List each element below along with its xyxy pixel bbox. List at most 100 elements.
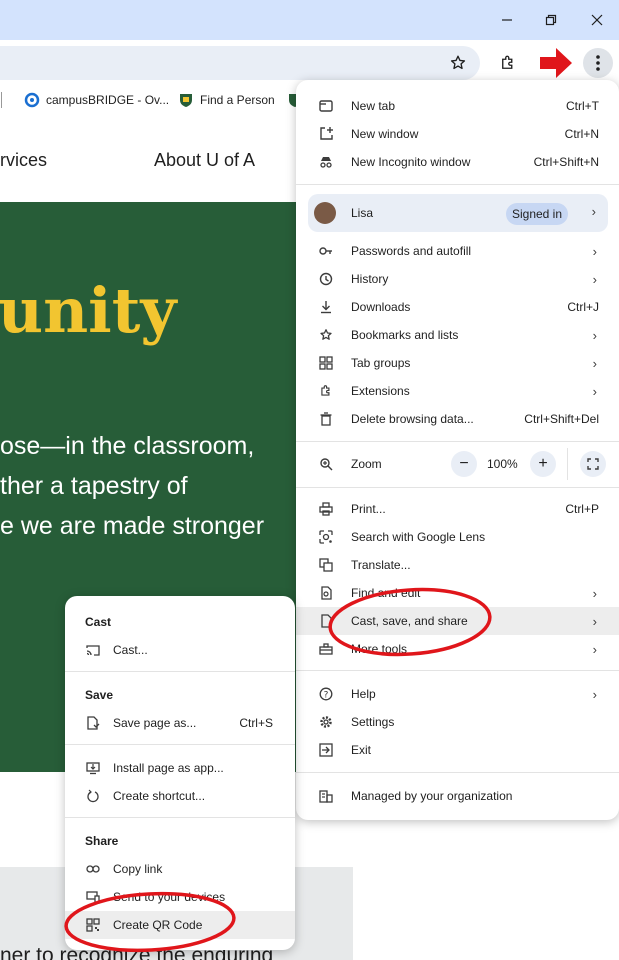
- hero-text-line: ther a tapestry of: [0, 472, 188, 500]
- key-icon: [318, 243, 334, 259]
- menu-item-label: New Incognito window: [351, 155, 471, 169]
- new-window-icon: [318, 126, 334, 142]
- menu-item-new-tab[interactable]: New tab Ctrl+T: [296, 92, 619, 120]
- menu-item-extensions[interactable]: Extensions ›: [296, 377, 619, 405]
- link-icon: [85, 861, 101, 877]
- menu-item-label: Translate...: [351, 558, 411, 572]
- submenu-divider: [65, 671, 295, 672]
- chevron-right-icon: ›: [592, 327, 597, 343]
- submenu-item-create-shortcut[interactable]: Create shortcut...: [65, 782, 295, 810]
- submenu-header-cast: Cast: [85, 615, 112, 629]
- menu-item-label: New tab: [351, 99, 396, 113]
- menu-item-label: Zoom: [351, 457, 382, 471]
- menu-item-exit[interactable]: Exit: [296, 736, 619, 764]
- menu-divider: [296, 487, 619, 488]
- printer-icon: [318, 501, 334, 517]
- hero-title: unity: [0, 274, 177, 347]
- submenu-item-label: Create QR Code: [113, 918, 203, 932]
- bookmark-label: campusBRIDGE - Ov...: [46, 93, 170, 107]
- submenu-item-install-app[interactable]: Install page as app...: [65, 754, 295, 782]
- new-tab-icon: [318, 98, 334, 114]
- menu-item-label: Find and edit: [351, 586, 421, 600]
- menu-item-google-lens[interactable]: Search with Google Lens: [296, 523, 619, 551]
- signed-in-badge: Signed in: [506, 203, 568, 225]
- submenu-item-label: Save page as...: [113, 716, 197, 730]
- menu-item-find-and-edit[interactable]: Find and edit ›: [296, 579, 619, 607]
- submenu-header-share: Share: [85, 834, 119, 848]
- menu-item-label: New window: [351, 127, 419, 141]
- menu-item-downloads[interactable]: Downloads Ctrl+J: [296, 293, 619, 321]
- bookmark-star-icon[interactable]: [446, 52, 470, 74]
- menu-item-delete-browsing-data[interactable]: Delete browsing data... Ctrl+Shift+Del: [296, 405, 619, 433]
- menu-item-new-incognito[interactable]: New Incognito window Ctrl+Shift+N: [296, 148, 619, 176]
- restore-icon[interactable]: [536, 8, 566, 32]
- hero-text-line: ose—in the classroom,: [0, 432, 255, 460]
- menu-item-settings[interactable]: Settings: [296, 708, 619, 736]
- menu-item-label: Bookmarks and lists: [351, 328, 459, 342]
- menu-item-label: Cast, save, and share: [351, 614, 468, 628]
- hero-text-line: e we are made stronger: [0, 512, 265, 540]
- zoom-out-button[interactable]: −: [451, 451, 477, 477]
- close-icon[interactable]: [582, 8, 612, 32]
- submenu-item-send-to-devices[interactable]: Send to your devices: [65, 883, 295, 911]
- history-icon: [318, 271, 334, 287]
- extensions-icon[interactable]: [496, 52, 520, 74]
- menu-item-label: Exit: [351, 743, 372, 757]
- menu-item-help[interactable]: ? Help ›: [296, 680, 619, 708]
- submenu-item-save-page[interactable]: Save page as... Ctrl+S: [65, 709, 295, 737]
- address-bar[interactable]: [0, 46, 480, 80]
- menu-item-label: Tab groups: [351, 356, 411, 370]
- chevron-right-icon: ›: [592, 243, 597, 259]
- profile-row[interactable]: Lisa Signed in ›: [308, 194, 608, 232]
- chevron-right-icon: ›: [592, 686, 597, 702]
- zoom-divider: [567, 448, 568, 480]
- puzzle-icon: [318, 383, 334, 399]
- menu-item-tab-groups[interactable]: Tab groups ›: [296, 349, 619, 377]
- menu-item-label: Help: [351, 687, 376, 701]
- menu-item-print[interactable]: Print... Ctrl+P: [296, 495, 619, 523]
- bookmark-find-a-person[interactable]: Find a Person: [178, 92, 275, 108]
- university-shield-icon: [180, 94, 192, 107]
- menu-shortcut: Ctrl+J: [567, 300, 599, 314]
- submenu-item-cast[interactable]: Cast...: [65, 636, 295, 664]
- bookmark-campusbridge[interactable]: campusBRIDGE - Ov...: [24, 92, 169, 108]
- fullscreen-icon: [587, 458, 599, 470]
- nav-link-about[interactable]: About U of A: [154, 150, 255, 171]
- menu-item-managed[interactable]: Managed by your organization: [296, 782, 619, 810]
- menu-item-passwords[interactable]: Passwords and autofill ›: [296, 237, 619, 265]
- menu-item-more-tools[interactable]: More tools ›: [296, 635, 619, 663]
- menu-shortcut: Ctrl+N: [564, 127, 599, 141]
- menu-divider: [296, 670, 619, 671]
- menu-item-bookmarks[interactable]: Bookmarks and lists ›: [296, 321, 619, 349]
- chrome-menu-button[interactable]: [583, 48, 613, 78]
- zoom-in-button[interactable]: +: [530, 451, 556, 477]
- tab-groups-icon: [318, 355, 334, 371]
- toolbox-icon: [318, 641, 334, 657]
- chevron-right-icon: ›: [592, 383, 597, 399]
- menu-item-history[interactable]: History ›: [296, 265, 619, 293]
- campusbridge-icon: [24, 92, 40, 108]
- menu-shortcut: Ctrl+P: [565, 502, 599, 516]
- menu-item-label: History: [351, 272, 389, 286]
- chrome-main-menu: New tab Ctrl+T New window Ctrl+N New Inc…: [296, 80, 619, 820]
- menu-divider: [296, 441, 619, 442]
- submenu-header-save: Save: [85, 688, 114, 702]
- submenu-item-copy-link[interactable]: Copy link: [65, 855, 295, 883]
- submenu-item-create-qr-code[interactable]: Create QR Code: [65, 911, 295, 939]
- fullscreen-button[interactable]: [580, 451, 606, 477]
- menu-item-translate[interactable]: Translate...: [296, 551, 619, 579]
- menu-item-new-window[interactable]: New window Ctrl+N: [296, 120, 619, 148]
- chevron-right-icon: ›: [592, 613, 597, 629]
- menu-divider: [296, 184, 619, 185]
- submenu-item-label: Send to your devices: [113, 890, 226, 904]
- zoom-level: 100%: [487, 457, 518, 471]
- menu-item-cast-save-share[interactable]: Cast, save, and share ›: [296, 607, 619, 635]
- nav-link-services[interactable]: rvices: [0, 150, 47, 171]
- bookmark-label: Find a Person: [200, 93, 275, 107]
- save-page-icon: [85, 715, 101, 731]
- trash-icon: [318, 411, 334, 427]
- menu-item-label: Managed by your organization: [351, 789, 513, 803]
- minimize-icon[interactable]: [492, 8, 522, 32]
- submenu-item-label: Create shortcut...: [113, 789, 206, 803]
- profile-name: Lisa: [351, 206, 374, 220]
